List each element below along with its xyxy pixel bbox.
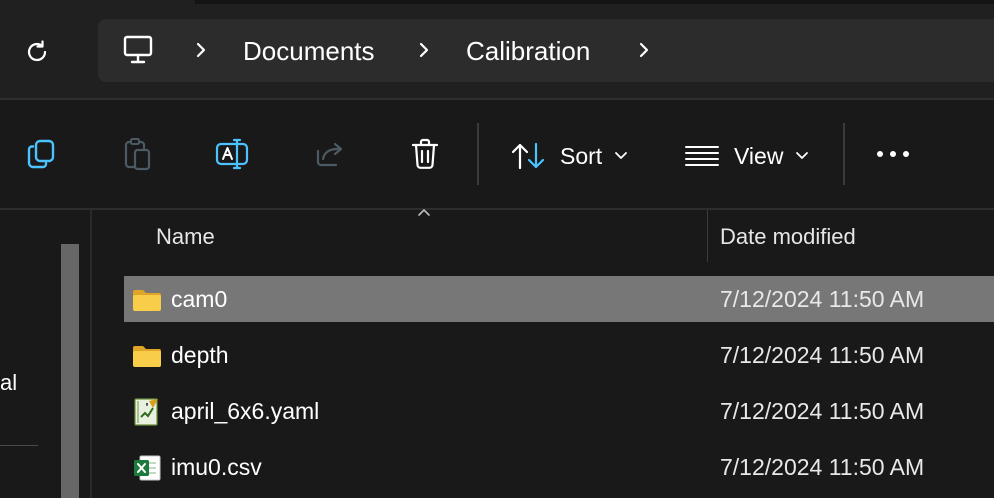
sort-button[interactable]: Sort	[510, 136, 628, 176]
pane-divider[interactable]	[90, 210, 92, 498]
refresh-button[interactable]	[18, 33, 56, 71]
toolbar-separator	[477, 123, 479, 185]
file-date-modified: 7/12/2024 11:50 AM	[720, 454, 925, 480]
computer-icon[interactable]	[122, 34, 154, 66]
share-icon	[316, 142, 343, 167]
breadcrumb-documents[interactable]: Documents	[243, 19, 375, 82]
paste-icon	[124, 138, 151, 171]
file-name: cam0	[171, 286, 228, 312]
text-editor-file-icon	[134, 398, 158, 426]
file-date-modified: 7/12/2024 11:50 AM	[720, 342, 925, 368]
chevron-down-icon	[615, 152, 628, 159]
file-row-imu0-csv[interactable]: imu0.csv 7/12/2024 11:50 AM	[124, 444, 994, 490]
copy-button[interactable]	[22, 135, 60, 173]
chevron-right-icon[interactable]	[637, 41, 651, 59]
column-header-date-modified[interactable]: Date modified	[720, 224, 856, 250]
more-icon	[877, 151, 909, 157]
toolbar-separator	[843, 123, 845, 185]
more-options-button[interactable]	[874, 135, 912, 173]
file-row-depth[interactable]: depth 7/12/2024 11:50 AM	[124, 332, 994, 378]
file-name: imu0.csv	[171, 454, 262, 480]
file-row-april-6x6-yaml[interactable]: april_6x6.yaml 7/12/2024 11:50 AM	[124, 388, 994, 434]
folder-icon	[133, 290, 161, 311]
window-top-edge	[195, 0, 994, 4]
view-label: View	[734, 142, 784, 169]
file-date-modified: 7/12/2024 11:50 AM	[720, 286, 925, 312]
file-date-modified: 7/12/2024 11:50 AM	[720, 398, 925, 424]
refresh-icon	[27, 40, 47, 62]
rename-icon	[215, 138, 249, 170]
view-icon	[685, 146, 719, 166]
nav-scrollbar-thumb[interactable]	[61, 244, 79, 498]
nav-item-label[interactable]: al	[0, 370, 17, 396]
chevron-down-icon	[796, 152, 809, 159]
column-resize-handle[interactable]	[707, 210, 708, 262]
file-name: april_6x6.yaml	[171, 398, 320, 424]
view-button[interactable]: View	[684, 136, 809, 176]
sort-label: Sort	[560, 142, 603, 169]
chevron-right-icon[interactable]	[417, 41, 431, 59]
paste-button[interactable]	[118, 135, 156, 173]
sort-icon	[511, 142, 545, 170]
delete-button[interactable]	[406, 135, 444, 173]
divider	[0, 208, 994, 210]
column-header-name[interactable]: Name	[156, 224, 215, 250]
file-name: depth	[171, 342, 229, 368]
share-button[interactable]	[310, 135, 348, 173]
breadcrumb-calibration[interactable]: Calibration	[466, 19, 590, 82]
chevron-right-icon[interactable]	[194, 41, 208, 59]
folder-icon	[133, 346, 161, 367]
excel-file-icon	[134, 455, 161, 481]
sort-ascending-indicator-icon	[418, 209, 430, 216]
rename-button[interactable]	[214, 135, 252, 173]
copy-icon	[27, 139, 55, 169]
address-bar[interactable]: Documents Calibration	[98, 19, 994, 82]
trash-icon	[411, 138, 439, 169]
nav-divider	[0, 445, 38, 446]
file-row-cam0[interactable]: cam0 7/12/2024 11:50 AM	[124, 276, 994, 322]
